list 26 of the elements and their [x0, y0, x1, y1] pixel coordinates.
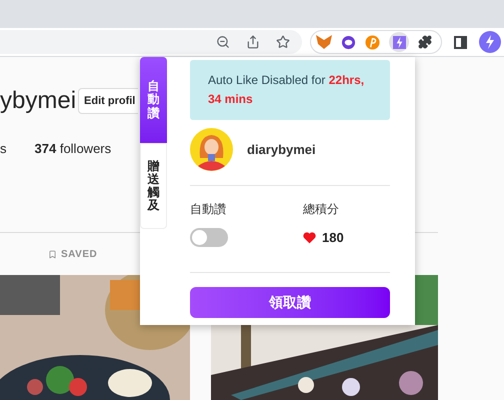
auto-like-label: 自動讚: [190, 201, 227, 218]
profile-stat: s: [0, 140, 6, 158]
edit-profile-button[interactable]: Edit profil: [78, 88, 138, 114]
points-label: 總積分: [303, 201, 340, 218]
account-name: diarybymei: [247, 140, 316, 159]
side-tab[interactable]: 自動讚: [140, 57, 167, 143]
bookmark-star-icon[interactable]: [276, 35, 290, 49]
avatar-illustration: [190, 128, 233, 171]
claim-button[interactable]: 領取讚: [190, 287, 390, 318]
auto-like-toggle[interactable]: [190, 228, 228, 247]
chat-icon[interactable]: [341, 34, 356, 50]
profile-avatar-icon[interactable]: [479, 31, 501, 53]
sidebar-icon[interactable]: [454, 36, 467, 48]
bookmark-icon: [48, 250, 57, 258]
bolt-extension-icon[interactable]: [389, 32, 409, 52]
zoom-out-icon[interactable]: [216, 35, 230, 49]
profile-username: ybymei: [0, 86, 76, 116]
side-tab[interactable]: 贈送觸及: [140, 143, 167, 229]
points-value: 180: [322, 228, 344, 247]
fox-icon[interactable]: [316, 35, 332, 49]
saved-tab[interactable]: SAVED: [48, 246, 98, 262]
extensions-icon[interactable]: [418, 35, 432, 49]
share-icon[interactable]: [246, 35, 260, 49]
status-alert: Auto Like Disabled for 22hrs, 34 mins: [190, 60, 390, 120]
heart-icon: [303, 232, 316, 244]
profile-stat: 374 followers: [34, 140, 112, 158]
